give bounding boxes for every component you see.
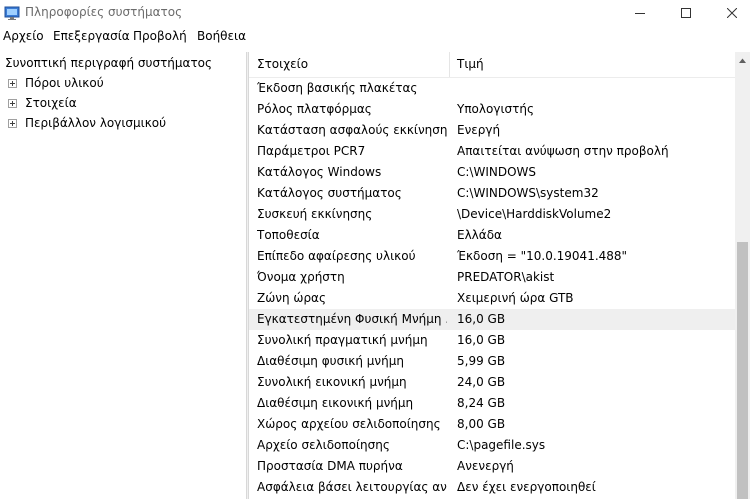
tree-item-label: Στοιχεία — [25, 96, 77, 110]
tree-item-label: Περιβάλλον λογισμικού — [25, 116, 167, 130]
row-value: 16,0 GB — [457, 312, 506, 326]
close-button[interactable] — [709, 0, 750, 26]
details-list: Στοιχείο Τιμή Έκδοση βασικής πλακέτας Ρό… — [249, 52, 735, 499]
row-value: 5,99 GB — [457, 354, 506, 368]
row-value: C:\pagefile.sys — [457, 438, 546, 452]
chevron-up-icon — [739, 58, 746, 63]
row-item: Ασφάλεια βάσει λειτουργίας αν... — [257, 480, 447, 494]
scroll-up-button[interactable] — [735, 52, 750, 69]
row-item: Κατάσταση ασφαλούς εκκίνησης — [257, 123, 447, 137]
tree-item-system-summary[interactable]: Συνοπτική περιγραφή συστήματος — [5, 56, 212, 70]
menu-bar: Αρχείο Επεξεργασία Προβολή Βοήθεια — [0, 27, 750, 46]
vertical-scrollbar[interactable] — [735, 52, 750, 499]
table-row[interactable]: Όνομα χρήστη PREDATOR\akist — [249, 267, 735, 288]
maximize-button[interactable] — [663, 0, 709, 26]
scrollbar-thumb[interactable] — [737, 242, 748, 499]
table-row[interactable]: Κατάλογος Windows C:\WINDOWS — [249, 162, 735, 183]
column-separator[interactable] — [449, 52, 450, 77]
row-item: Έκδοση βασικής πλακέτας — [257, 81, 418, 95]
row-item: Διαθέσιμη φυσική μνήμη — [257, 354, 404, 368]
row-value: Απαιτείται ανύψωση στην προβολή — [457, 144, 669, 158]
table-row[interactable]: Χώρος αρχείου σελιδοποίησης 8,00 GB — [249, 414, 735, 435]
row-value: Έκδοση = "10.0.19041.488" — [457, 249, 628, 263]
row-value: Υπολογιστής — [457, 102, 534, 116]
table-row[interactable]: Επίπεδο αφαίρεσης υλικού Έκδοση = "10.0.1… — [249, 246, 735, 267]
table-row[interactable]: Κατάσταση ασφαλούς εκκίνησης Ενεργή — [249, 120, 735, 141]
row-value: Ανενεργή — [457, 459, 514, 473]
table-row[interactable]: Κατάλογος συστήματος C:\WINDOWS\system32 — [249, 183, 735, 204]
minimize-button[interactable] — [617, 0, 663, 26]
table-row[interactable]: Ζώνη ώρας Χειμερινή ώρα GTB — [249, 288, 735, 309]
row-item: Προστασία DMA πυρήνα — [257, 459, 403, 473]
row-item: Όνομα χρήστη — [257, 270, 345, 284]
tree-item-label: Πόροι υλικού — [25, 76, 104, 90]
row-value: Ελλάδα — [457, 228, 502, 242]
table-row[interactable]: Αρχείο σελιδοποίησης C:\pagefile.sys — [249, 435, 735, 456]
row-value: Χειμερινή ώρα GTB — [457, 291, 574, 305]
menu-help[interactable]: Βοήθεια — [197, 29, 246, 43]
system-information-window: Πληροφορίες συστήματος Αρχείο Επεξεργασί… — [0, 0, 750, 499]
row-item: Κατάλογος Windows — [257, 165, 382, 179]
row-value: 24,0 GB — [457, 375, 506, 389]
table-row[interactable]: Τοποθεσία Ελλάδα — [249, 225, 735, 246]
menu-file[interactable]: Αρχείο — [3, 29, 44, 43]
row-value: Δεν έχει ενεργοποιηθεί — [457, 480, 596, 494]
table-row[interactable]: Έκδοση βασικής πλακέτας — [249, 78, 735, 99]
row-item: Ρόλος πλατφόρμας — [257, 102, 372, 116]
table-row[interactable]: Συνολική πραγματική μνήμη 16,0 GB — [249, 330, 735, 351]
row-item: Αρχείο σελιδοποίησης — [257, 438, 390, 452]
table-row[interactable]: Προστασία DMA πυρήνα Ανενεργή — [249, 456, 735, 477]
expand-icon[interactable] — [8, 119, 17, 128]
table-row[interactable]: Ρόλος πλατφόρμας Υπολογιστής — [249, 99, 735, 120]
row-value: 8,00 GB — [457, 417, 506, 431]
row-value: 8,24 GB — [457, 396, 506, 410]
row-value: 16,0 GB — [457, 333, 506, 347]
column-header-item[interactable]: Στοιχείο — [257, 52, 308, 77]
minimize-icon — [635, 13, 645, 14]
close-icon — [727, 8, 737, 18]
window-title: Πληροφορίες συστήματος — [25, 5, 183, 19]
row-item: Παράμετροι PCR7 — [257, 144, 366, 158]
row-item: Χώρος αρχείου σελιδοποίησης — [257, 417, 441, 431]
table-row[interactable]: Παράμετροι PCR7 Απαιτείται ανύψωση στην π… — [249, 141, 735, 162]
menu-view[interactable]: Προβολή — [133, 29, 187, 43]
row-item: Κατάλογος συστήματος — [257, 186, 402, 200]
table-row[interactable]: Συνολική εικονική μνήμη 24,0 GB — [249, 372, 735, 393]
title-bar: Πληροφορίες συστήματος — [0, 0, 750, 26]
table-row[interactable]: Διαθέσιμη εικονική μνήμη 8,24 GB — [249, 393, 735, 414]
row-item: Ζώνη ώρας — [257, 291, 327, 305]
row-item: Συσκευή εκκίνησης — [257, 207, 373, 221]
row-value: C:\WINDOWS\system32 — [457, 186, 599, 200]
system-info-app-icon — [4, 5, 20, 21]
row-item: Τοποθεσία — [257, 228, 320, 242]
row-item: Εγκατεστημένη Φυσική Μνήμη ... — [257, 312, 447, 326]
menu-edit[interactable]: Επεξεργασία — [53, 29, 130, 43]
expand-icon[interactable] — [8, 99, 17, 108]
table-row-selected[interactable]: Εγκατεστημένη Φυσική Μνήμη ... 16,0 GB — [249, 309, 735, 330]
table-row[interactable]: Συσκευή εκκίνησης \Device\HarddiskVolume2 — [249, 204, 735, 225]
row-item: Επίπεδο αφαίρεσης υλικού — [257, 249, 416, 263]
row-value: C:\WINDOWS — [457, 165, 537, 179]
column-header-value[interactable]: Τιμή — [457, 52, 484, 77]
row-item: Συνολική πραγματική μνήμη — [257, 333, 428, 347]
row-item: Συνολική εικονική μνήμη — [257, 375, 407, 389]
row-item: Διαθέσιμη εικονική μνήμη — [257, 396, 414, 410]
row-value: PREDATOR\akist — [457, 270, 555, 284]
maximize-icon — [681, 8, 691, 18]
row-value: Ενεργή — [457, 123, 501, 137]
table-row[interactable]: Διαθέσιμη φυσική μνήμη 5,99 GB — [249, 351, 735, 372]
row-value: \Device\HarddiskVolume2 — [457, 207, 612, 221]
table-row[interactable]: Ασφάλεια βάσει λειτουργίας αν... Δεν έχει… — [249, 477, 735, 498]
expand-icon[interactable] — [8, 79, 17, 88]
